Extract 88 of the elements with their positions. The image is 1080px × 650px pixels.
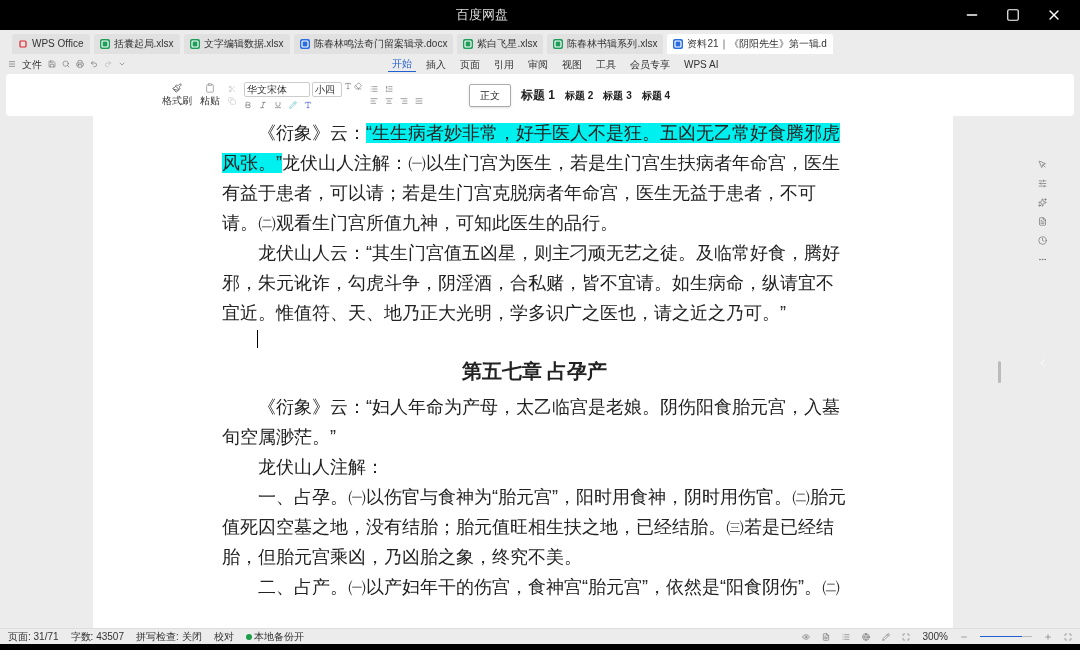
ribbon-tab[interactable]: 开始: [388, 56, 416, 72]
paste-button[interactable]: 粘贴: [200, 82, 220, 108]
ribbon-tab[interactable]: 审阅: [524, 56, 552, 72]
highlight-icon[interactable]: [289, 100, 297, 109]
clipboard-icon: [205, 82, 215, 93]
document-tab[interactable]: 资料21｜《阴阳先生》第一辑.d: [667, 34, 833, 54]
ribbon-tab[interactable]: 工具: [592, 56, 620, 72]
bold-icon[interactable]: [244, 100, 252, 109]
style-preset[interactable]: 标题 3: [603, 87, 632, 103]
ribbon-tab[interactable]: 引用: [490, 56, 518, 72]
pointer-icon[interactable]: [1038, 160, 1047, 169]
cut-icon[interactable]: [228, 85, 236, 93]
document-icon: [673, 39, 684, 49]
chapter-heading: 第五七章 占孕产: [460, 359, 609, 384]
save-icon[interactable]: [48, 60, 56, 68]
copy-icon[interactable]: [228, 97, 236, 105]
numbered-list-icon[interactable]: [385, 85, 393, 93]
font-dropdown[interactable]: 华文宋体: [244, 81, 310, 97]
spreadsheet-icon: [99, 39, 110, 49]
spreadsheet-icon: [553, 39, 564, 49]
ribbon-tab[interactable]: 会员专享: [626, 56, 674, 72]
eraser-icon[interactable]: [354, 81, 362, 90]
underline-icon[interactable]: [274, 100, 282, 109]
bullet-list-icon[interactable]: [370, 85, 378, 93]
page-view-icon[interactable]: [822, 632, 831, 641]
style-preset[interactable]: 标题 2: [565, 87, 594, 103]
paragraph: 《衍象》云：“妇人年命为产母，太乙临宫是老娘。阴伤阳食胎元宫，入墓旬空属渺茫。”: [222, 396, 841, 449]
ribbon-tab[interactable]: 页面: [456, 56, 484, 72]
align-right-icon[interactable]: [400, 97, 408, 105]
align-center-icon[interactable]: [385, 97, 393, 105]
style-preset[interactable]: 正文: [469, 83, 511, 107]
paintbrush-icon: [172, 82, 182, 93]
document-icon: [299, 39, 310, 49]
fullscreen-icon[interactable]: [1064, 632, 1072, 641]
sparkle-icon[interactable]: [1038, 198, 1047, 207]
style-preset[interactable]: 标题 1: [521, 86, 555, 104]
caret-icon[interactable]: [118, 60, 126, 68]
document-tab[interactable]: 括囊起局.xlsx: [93, 34, 180, 54]
document-tab[interactable]: 文字编辑数据.xlsx: [183, 34, 290, 54]
word-count: 字数: 43507: [70, 630, 124, 644]
paragraph: 《衍象》云：“生生病者妙非常，好手医人不是狂。五凶无乙常好食腾邪虎风张。”龙伏山人注解：㈠以生门宫为医生，若是生门宫生扶病者年命宫，医生有益于患者，可以请；若是生门宫克脱病者年命宫，医生无益于患者，不可请。㈡观看生门宫所值九神，可知此医生的品行。: [222, 122, 841, 235]
justify-icon[interactable]: [415, 97, 423, 105]
text-cursor: [257, 330, 258, 348]
menu-icon[interactable]: [8, 60, 16, 68]
document-icon[interactable]: [1038, 217, 1047, 226]
backup-status[interactable]: 本地备份开: [245, 629, 304, 644]
maximize-icon[interactable]: [1006, 8, 1020, 22]
document-tab[interactable]: 陈春林书辑系列.xlsx: [547, 34, 664, 54]
window-title: 百度网盘: [456, 6, 508, 25]
font-grow-icon[interactable]: [344, 81, 352, 90]
paragraph: 一、占孕。㈠以伤官与食神为“胎元宫”，阳时用食神，阴时用伤官。㈡胎元值死囚空墓之地，没有结胎；胎元值旺相生扶之地，已经结胎。㈢若是已经结胎，但胎元宫乘凶，乃凶胎之象，终究不美。: [222, 486, 847, 569]
paragraph: 二、占产。㈠以产妇年干的伤宫，食神宫“胎元宫”，依然是“阳食阴伤”。㈡: [257, 576, 841, 599]
paragraph: 龙伏山人云：“其生门宫值五凶星，则主刁顽无艺之徒。及临常好食，腾好邪，朱元讹诈，勾虎斗争，阴淫酒，合私赌，皆不宜请。如生病命，纵请宜不宜近。惟值符、天、地乃正大光明，学多识广之医也，请之近之乃可。”: [222, 242, 841, 325]
paragraph: 龙伏山人注解：: [257, 456, 385, 479]
document-tab[interactable]: WPS Office: [12, 34, 90, 54]
style-preset[interactable]: 标题 4: [641, 87, 671, 103]
align-left-icon[interactable]: [370, 97, 378, 105]
ribbon-tab[interactable]: 视图: [558, 56, 586, 72]
proofread-button[interactable]: 校对: [213, 629, 234, 644]
scrollbar-thumb[interactable]: [998, 361, 1001, 383]
sliders-icon[interactable]: [1038, 179, 1047, 188]
zoom-level[interactable]: 300%: [922, 629, 948, 644]
ribbon-tab[interactable]: WPS AI: [680, 56, 723, 72]
spell-check-toggle[interactable]: 拼写检查: 关闭: [135, 629, 202, 644]
page-count: 页面: 31/71: [8, 630, 59, 644]
italic-icon[interactable]: [259, 100, 267, 109]
font-color-icon[interactable]: [304, 100, 312, 109]
more-icon[interactable]: [1038, 255, 1047, 264]
eye-icon[interactable]: [802, 632, 811, 641]
redo-icon[interactable]: [104, 60, 112, 68]
font-size-dropdown[interactable]: 小四: [312, 81, 342, 97]
outline-icon[interactable]: [842, 632, 851, 641]
undo-icon[interactable]: [90, 60, 98, 68]
format-painter-button[interactable]: 格式刷: [162, 82, 192, 108]
ribbon-tab[interactable]: 插入: [422, 56, 450, 72]
document-tab[interactable]: 陈春林鸣法奇门留案辑录.docx: [293, 34, 454, 54]
zoom-in-icon[interactable]: [1044, 632, 1052, 641]
search-icon[interactable]: [62, 60, 70, 68]
spreadsheet-icon: [189, 39, 200, 49]
logo-icon: [18, 39, 28, 49]
history-icon[interactable]: [1038, 236, 1047, 245]
pen-icon[interactable]: [882, 632, 891, 641]
print-icon[interactable]: [76, 60, 84, 68]
document-tab[interactable]: 紫白飞星.xlsx: [457, 34, 544, 54]
file-menu[interactable]: 文件: [22, 56, 42, 72]
web-view-icon[interactable]: [862, 632, 871, 641]
spreadsheet-icon: [463, 39, 474, 49]
fit-icon[interactable]: [902, 632, 911, 641]
